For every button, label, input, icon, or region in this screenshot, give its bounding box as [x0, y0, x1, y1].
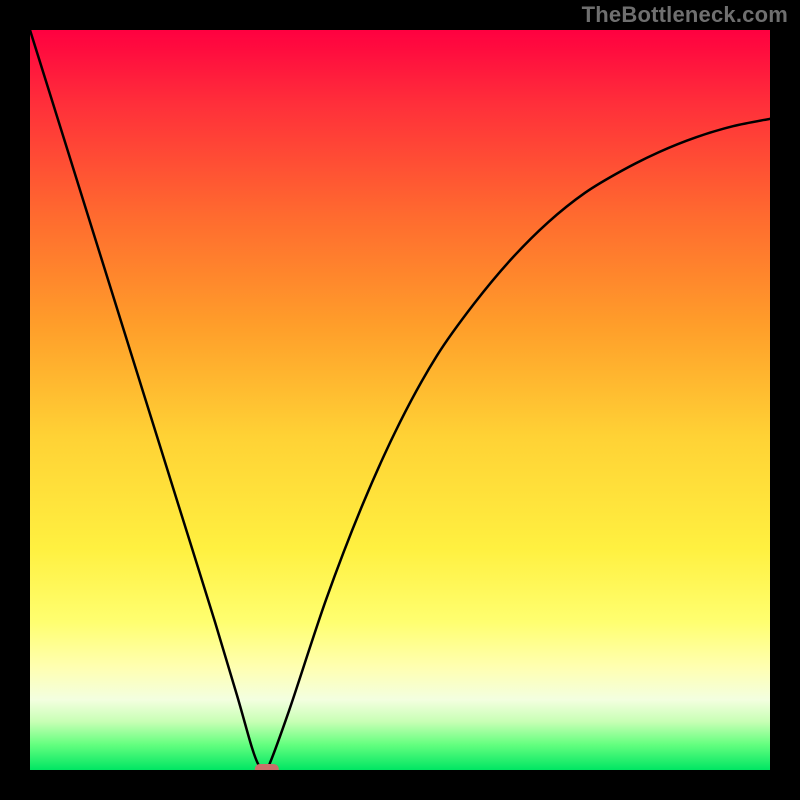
- valley-marker: [255, 764, 279, 770]
- plot-area: [30, 30, 770, 770]
- chart-frame: TheBottleneck.com: [0, 0, 800, 800]
- gradient-background: [30, 30, 770, 770]
- watermark-text: TheBottleneck.com: [582, 2, 788, 28]
- bottleneck-plot: [30, 30, 770, 770]
